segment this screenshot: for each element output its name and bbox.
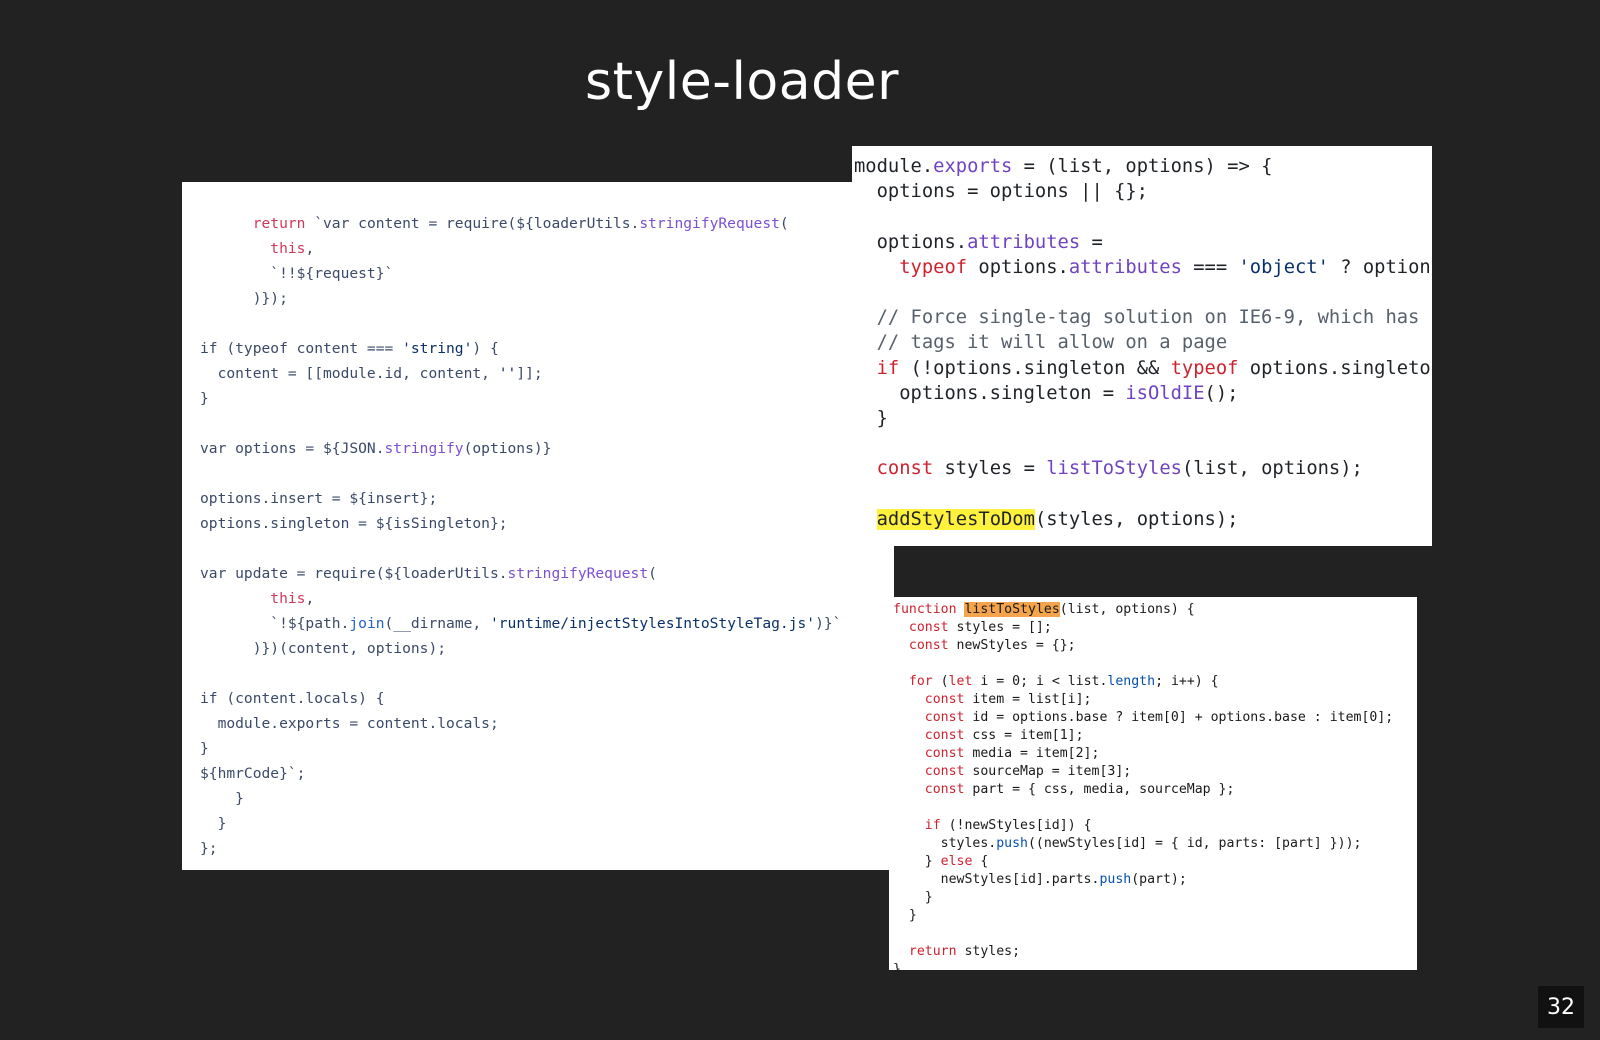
code-line: function listToStyles(list, options) { [893,602,1195,617]
code-line: // Force single-tag solution on IE6-9, w… [854,307,1420,329]
code-line: module.exports = content.locals; [200,715,499,732]
code-line: } [200,790,244,807]
code-line: const styles = []; [908,620,1052,635]
code-panel-right-top: module.exports = (list, options) => { op… [852,146,1432,546]
code-line: ​ [200,661,841,686]
code-line: `!!${request}` [200,265,394,282]
code-line: ​ [200,461,841,486]
code-line: var update = require(${loaderUtils.strin… [200,565,657,582]
code-line: ​ [893,799,1393,817]
code-line: } else { [893,854,989,869]
code-line: const item = list[i]; [924,692,1092,707]
code-line: } [200,740,209,757]
code-line: // tags it will allow on a page [854,332,1228,354]
code-line: options = options || {}; [854,181,1148,203]
code-block-list-to-styles: function listToStyles(list, options) { c… [893,601,1393,970]
code-line: return `var content = require(${loaderUt… [252,215,789,232]
slide-title: style-loader [585,52,899,112]
code-line: for (let i = 0; i < list.length; i++) { [908,674,1219,689]
code-line: }; [200,840,218,857]
code-line: ​ [854,280,1431,305]
code-block-module-exports: module.exports = (list, options) => { op… [854,154,1431,532]
code-line: typeof options.attributes === 'object' ?… [899,256,1431,278]
code-line: if (typeof content === 'string') { [200,340,499,357]
code-line: addStylesToDom(styles, options); [876,508,1239,530]
code-line: return styles; [908,944,1021,959]
code-line: const part = { css, media, sourceMap }; [924,782,1235,797]
code-panel-left: return `var content = require(${loaderUt… [182,182,894,870]
code-line: if (content.locals) { [200,690,385,707]
code-line: ​ [854,204,1431,229]
code-panel-bottom: function listToStyles(list, options) { c… [889,597,1417,970]
code-line: } [200,815,227,832]
code-line: ​ [854,481,1431,506]
code-line: ​ [893,655,1393,673]
code-line: const id = options.base ? item[0] + opti… [924,710,1394,725]
code-line: options.attributes = [854,231,1103,253]
code-line: } [893,890,933,905]
code-line: options.singleton = ${isSingleton}; [200,515,508,532]
code-line: const css = item[1]; [924,728,1084,743]
code-line: styles.push((newStyles[id] = { id, parts… [893,836,1362,851]
code-line: content = [[module.id, content, '']]; [200,365,543,382]
code-line: const media = item[2]; [924,746,1100,761]
code-line: ​ [893,925,1393,943]
code-line: if (!newStyles[id]) { [924,818,1092,833]
code-line: ​ [200,536,841,561]
code-line: this, [270,240,315,257]
code-line: options.singleton = isOldIE(); [854,382,1239,404]
code-line: this, [270,590,315,607]
code-line: `!${path.join(__dirname, 'runtime/inject… [200,615,842,632]
code-block-loader: return `var content = require(${loaderUt… [200,211,841,861]
code-line: } [893,908,917,923]
code-line: )}); [200,290,288,307]
code-line: ​ [854,431,1431,456]
code-line: ${hmrCode}`; [200,765,306,782]
code-line: module.exports = (list, options) => { [854,156,1273,177]
code-line: } [854,407,888,429]
code-line: if (!options.singleton && typeof options… [876,357,1431,379]
page-number: 32 [1538,986,1584,1028]
code-line: )})(content, options); [200,640,447,657]
code-line: const sourceMap = item[3]; [924,764,1132,779]
code-line: options.insert = ${insert}; [200,490,438,507]
code-line: } [893,962,901,970]
code-line: ​ [200,411,841,436]
code-line: } [200,390,209,407]
code-line: newStyles[id].parts.push(part); [893,872,1187,887]
code-line: const styles = listToStyles(list, option… [876,458,1363,480]
panel-gap [894,546,927,597]
code-line: ​ [200,311,841,336]
code-line: const newStyles = {}; [908,638,1076,653]
code-line: var options = ${JSON.stringify(options)} [200,440,552,457]
